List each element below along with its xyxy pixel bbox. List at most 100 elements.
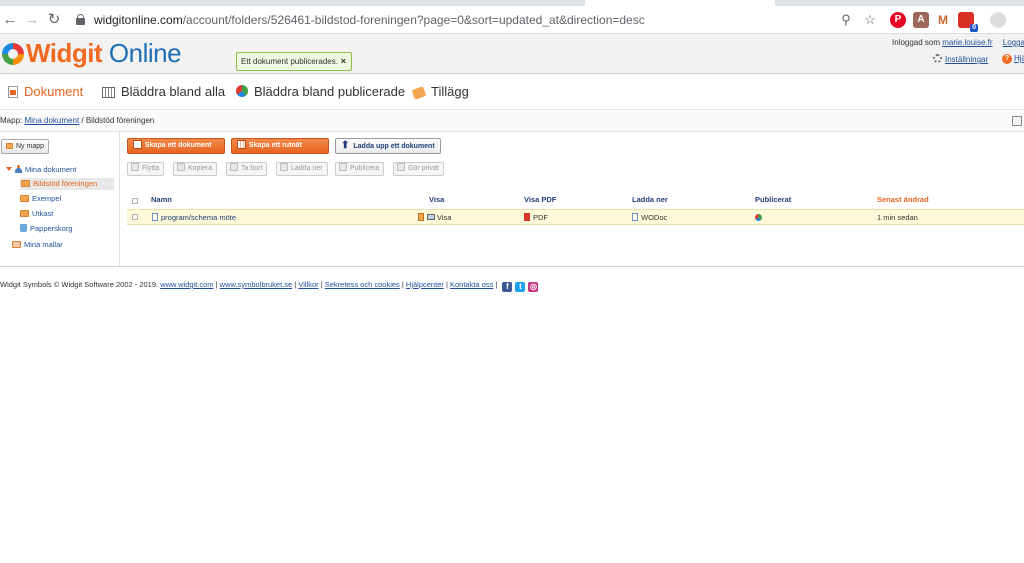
pdf-label: PDF [533,213,548,222]
column-header-modified[interactable]: Senast ändrad [877,195,929,204]
document-name-link[interactable]: program/schema möte [152,213,236,222]
footer-link-contact[interactable]: Kontakta oss [450,280,493,289]
extension-icon[interactable]: A [913,12,929,28]
download-button[interactable]: Ladda ner [276,162,328,176]
search-icon[interactable]: ⚲ [838,12,854,28]
pinterest-extension-icon[interactable]: P [890,12,906,28]
download-wodoc-link[interactable]: WODoc [632,213,667,222]
logout-link[interactable]: Logga [1003,38,1024,47]
folder-icon [12,241,21,248]
select-all-checkbox[interactable] [132,198,138,204]
pdf-icon [524,213,530,221]
document-icon [133,140,142,149]
folder-sidebar: Ny mapp Mina dokument Bildstöd föreninge… [0,132,120,266]
widgit-logo[interactable]: Widgit Online [0,36,182,72]
tree-item-papperskorg[interactable]: Papperskorg [20,223,73,235]
lock-icon [397,163,405,171]
publish-button[interactable]: Publicera [335,162,385,176]
document-name: program/schema möte [161,213,237,222]
help-icon[interactable]: ? [1002,54,1012,64]
download-icon [280,163,288,171]
footer-link-help-center[interactable]: Hjälpcenter [406,280,444,289]
breadcrumb-root-link[interactable]: Mina dokument [24,116,79,125]
delete-button[interactable]: Ta bort [226,162,268,176]
nav-browse-published[interactable]: Bläddra bland publicerade [236,84,405,102]
reload-icon[interactable]: ↻ [44,10,64,30]
twitter-icon[interactable]: t [515,282,526,292]
create-document-label: Skapa ett dokument [145,142,212,149]
nav-documents[interactable]: Dokument [8,84,83,102]
column-header-name[interactable]: Namn [151,195,172,204]
download-label: Ladda ner [291,165,323,172]
column-header-published: Publicerat [755,195,792,204]
expand-caret-icon[interactable] [6,167,12,171]
create-grid-label: Skapa ett rutnät [249,142,302,149]
column-header-download: Ladda ner [632,195,668,204]
publish-icon [339,163,347,171]
copy-label: Kopiera [188,165,213,172]
user-icon [15,165,22,173]
extension-badge-count: 0 [970,24,978,32]
edit-icon [418,213,424,221]
extension-m-icon[interactable]: M [935,12,951,28]
move-button[interactable]: Flytta [127,162,165,176]
breadcrumb-current: Bildstöd föreningen [85,116,155,125]
settings-link-wrap[interactable]: Inställningar [933,54,988,64]
publish-notification: Ett dokument publicerades. × [236,52,352,71]
nav-browse-all[interactable]: Bläddra bland alla [102,84,225,102]
tree-item-label: Mina dokument [25,165,77,174]
login-status: Inloggad som marie.louise.fr Logga [892,38,1024,47]
export-icon[interactable] [1012,116,1022,126]
nav-addons[interactable]: Tillägg [411,84,469,102]
footer-separator: | [493,280,500,289]
close-icon[interactable]: × [341,53,346,70]
copy-button[interactable]: Kopiera [173,162,218,176]
nav-browse-published-label: Bläddra bland publicerade [254,84,406,99]
pdf-link[interactable]: PDF [524,213,548,222]
logo-widgit-text: Widgit [26,38,103,68]
footer-link-symbolbruket[interactable]: www.symbolbruket.se [220,280,293,289]
view-link[interactable]: Visa [418,213,451,222]
settings-link[interactable]: Inställningar [945,55,988,64]
delete-label: Ta bort [241,165,263,172]
grid-icon [102,87,115,98]
column-header-view-pdf: Visa PDF [524,195,557,204]
lock-icon [76,14,85,25]
folder-icon [20,210,29,217]
help-link[interactable]: Hjä [1014,54,1024,63]
table-row: program/schema möte Visa PDF WODoc 1 min… [127,209,1024,225]
address-bar[interactable]: widgitonline.com/account/folders/526461-… [72,9,882,31]
profile-avatar[interactable] [990,12,1006,28]
footer-link-widgit[interactable]: www.widgit.com [160,280,213,289]
upload-document-button[interactable]: ⬆ Ladda upp ett dokument [335,138,441,154]
new-folder-button[interactable]: Ny mapp [1,139,50,154]
breadcrumb-separator: / [79,116,86,125]
user-link[interactable]: marie.louise.fr [942,38,992,47]
folder-icon [20,195,29,202]
instagram-icon[interactable]: ◎ [528,282,539,292]
folder-icon [21,180,30,187]
row-checkbox[interactable] [132,214,138,220]
tree-item-my-templates[interactable]: Mina mallar [12,239,63,251]
create-grid-button[interactable]: Skapa ett rutnät [231,138,329,154]
tree-item-my-documents[interactable]: Mina dokument [6,164,76,176]
footer-link-privacy[interactable]: Sekretess och cookies [325,280,400,289]
back-icon[interactable]: ← [0,10,20,30]
extension-badge-icon[interactable]: 0 [958,12,978,32]
copy-icon [177,163,185,171]
facebook-icon[interactable]: f [502,282,513,292]
forward-icon[interactable]: → [22,10,42,30]
make-private-button[interactable]: Gör privat [393,162,444,176]
globe-icon [755,214,762,221]
url-host: widgitonline.com [94,13,183,27]
tree-item-utkast[interactable]: Utkast [20,208,53,220]
create-document-button[interactable]: Skapa ett dokument [127,138,225,154]
star-icon[interactable]: ☆ [862,12,878,28]
document-icon [8,86,18,98]
app-header: Widgit Online Ett dokument publicerades.… [0,34,1024,74]
footer-link-terms[interactable]: Villkor [298,280,318,289]
make-private-label: Gör privat [408,165,439,172]
tree-item-exempel[interactable]: Exempel [20,193,61,205]
monitor-icon [427,214,435,220]
tree-item-bildstod-foreningen[interactable]: Bildstöd föreningen [20,178,114,190]
